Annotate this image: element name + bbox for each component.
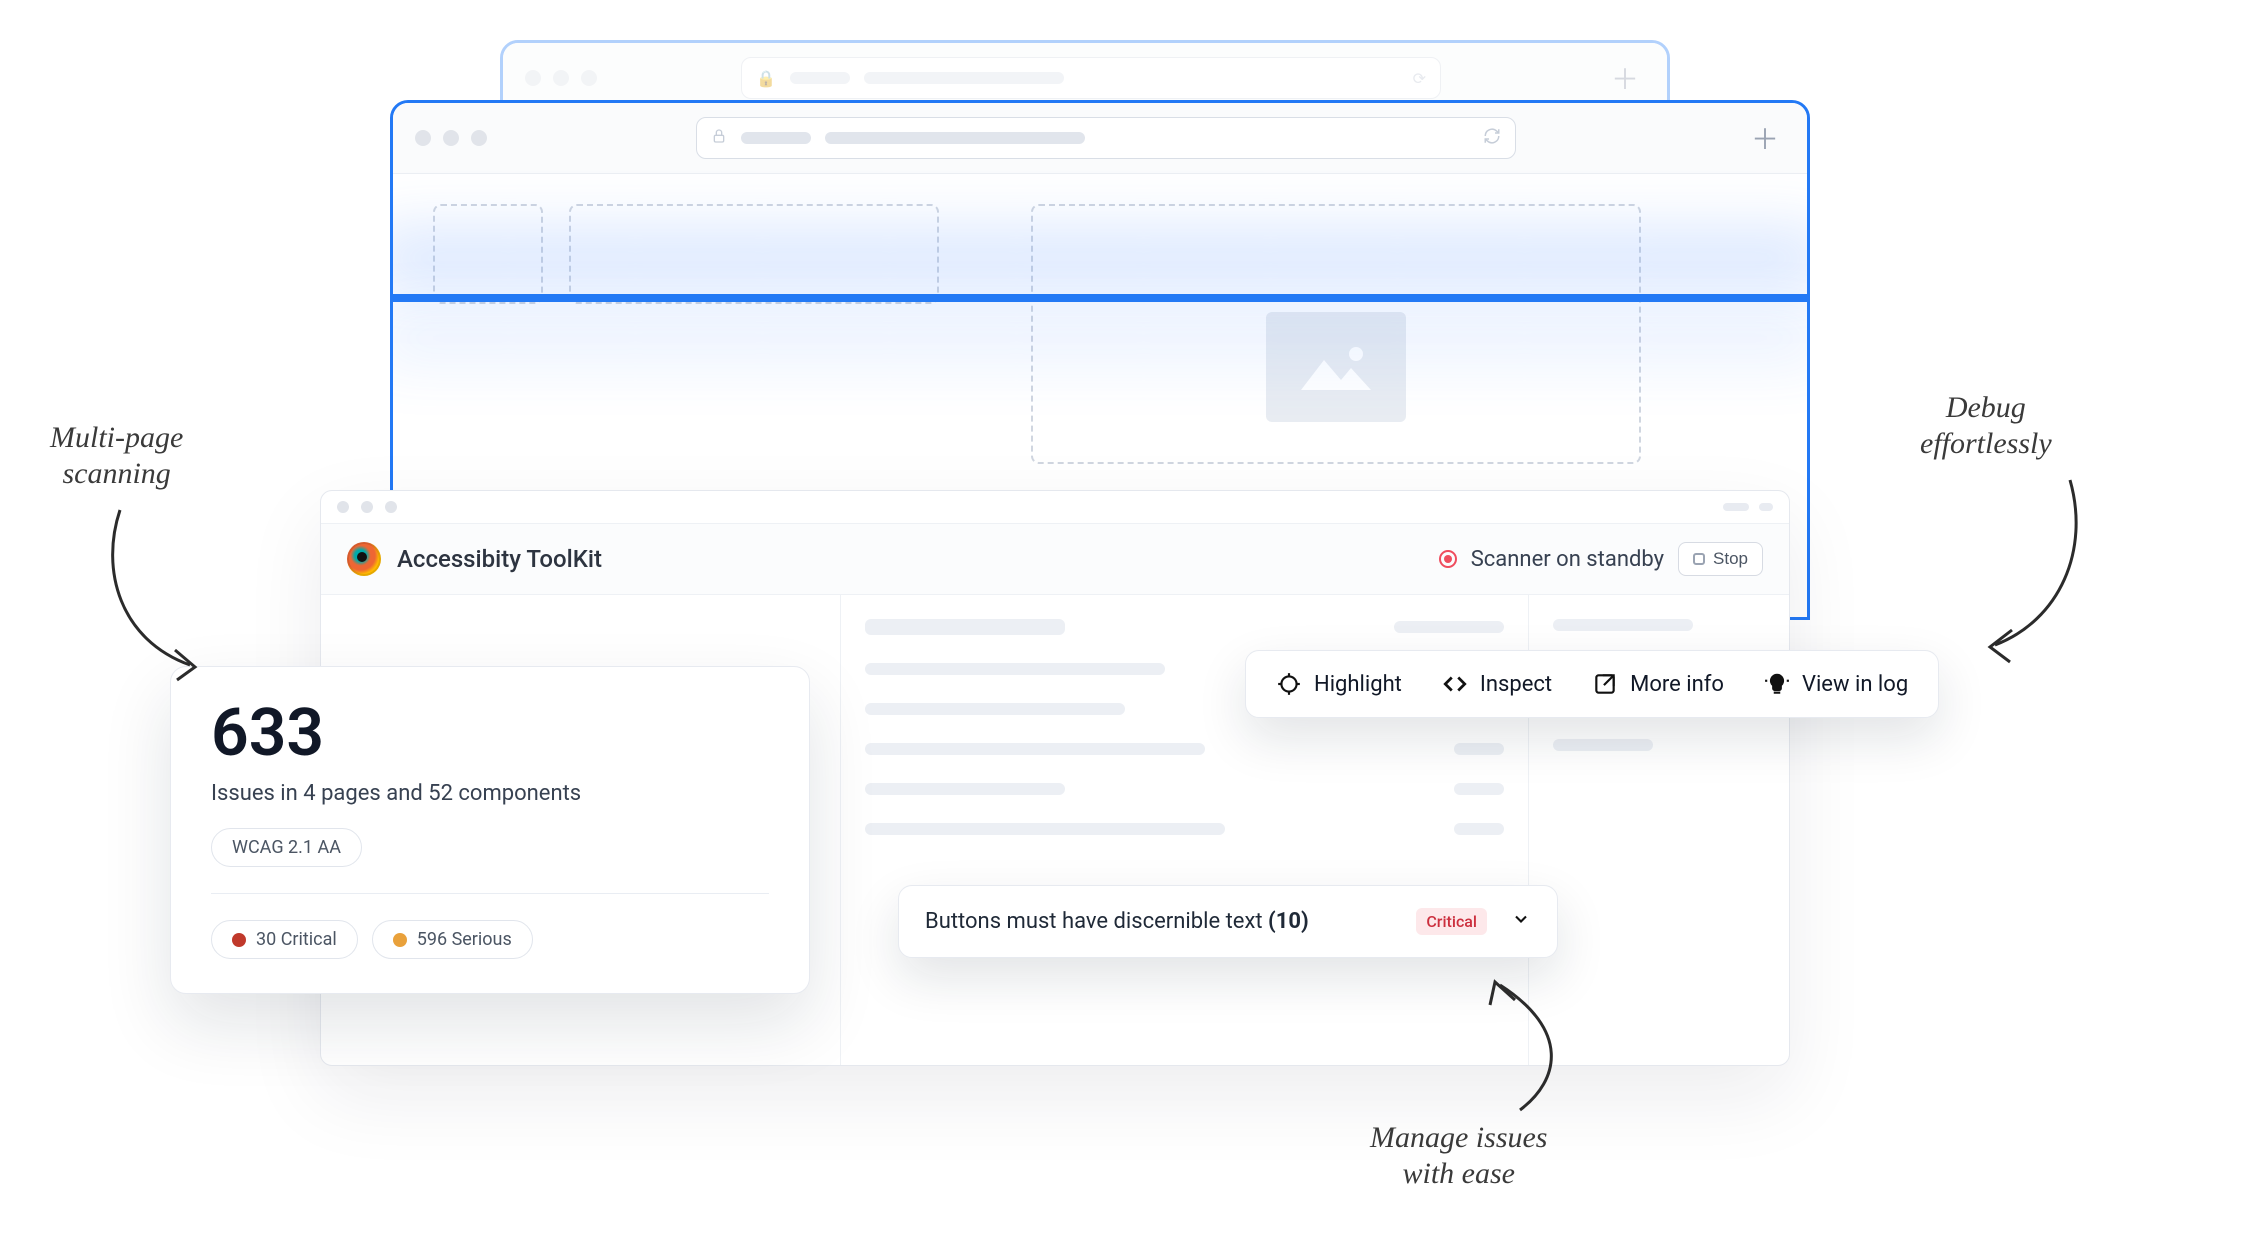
inspect-button[interactable]: Inspect (1442, 671, 1552, 697)
app-logo-icon (347, 542, 381, 576)
scanner-status-text: Scanner on standby (1471, 547, 1664, 572)
total-issues-count: 633 (211, 701, 769, 767)
annotation-multipage: Multi-page scanning (50, 420, 183, 492)
summary-card: 633 Issues in 4 pages and 52 components … (170, 666, 810, 994)
lock-icon: 🔒 (756, 69, 776, 88)
inspect-icon (1442, 671, 1468, 697)
serious-dot-icon (393, 933, 407, 947)
image-placeholder-icon (1296, 340, 1376, 395)
new-tab-button[interactable]: ＋ (1745, 118, 1785, 158)
issue-title: Buttons must have discernible text (10) (925, 909, 1309, 934)
bulb-icon (1764, 671, 1790, 697)
scan-line (393, 294, 1807, 302)
arrow-icon (1970, 470, 2100, 670)
view-in-log-button[interactable]: View in log (1764, 671, 1908, 697)
arrow-icon (1460, 970, 1590, 1120)
annotation-debug: Debug effortlessly (1920, 390, 2052, 462)
traffic-lights (525, 70, 597, 86)
refresh-icon[interactable] (1483, 127, 1501, 149)
highlight-icon (1276, 671, 1302, 697)
more-info-button[interactable]: More info (1592, 671, 1724, 697)
annotation-manage: Manage issues with ease (1370, 1120, 1547, 1192)
lock-icon (711, 128, 727, 148)
severity-tag: Critical (1416, 908, 1487, 935)
critical-dot-icon (232, 933, 246, 947)
scanner-status-icon (1439, 550, 1457, 568)
stop-button[interactable]: Stop (1678, 542, 1763, 576)
address-bar[interactable] (696, 117, 1516, 159)
address-bar[interactable]: 🔒 ⟳ (741, 57, 1441, 99)
traffic-lights (415, 130, 487, 146)
new-tab-button[interactable]: ＋ (1605, 58, 1645, 98)
traffic-lights (337, 501, 397, 513)
debug-action-bar: Highlight Inspect More info View in log (1245, 650, 1939, 718)
highlight-button[interactable]: Highlight (1276, 671, 1402, 697)
chevron-down-icon[interactable] (1511, 909, 1531, 934)
summary-subtext: Issues in 4 pages and 52 components (211, 781, 769, 806)
serious-count-pill[interactable]: 596 Serious (372, 920, 533, 959)
arrow-icon (80, 500, 230, 690)
issue-row[interactable]: Buttons must have discernible text (10) … (898, 885, 1558, 958)
stop-icon (1693, 553, 1705, 565)
app-title: Accessibity ToolKit (397, 545, 602, 573)
external-link-icon (1592, 671, 1618, 697)
refresh-icon[interactable]: ⟳ (1413, 69, 1426, 88)
critical-count-pill[interactable]: 30 Critical (211, 920, 358, 959)
wcag-badge[interactable]: WCAG 2.1 AA (211, 828, 362, 867)
